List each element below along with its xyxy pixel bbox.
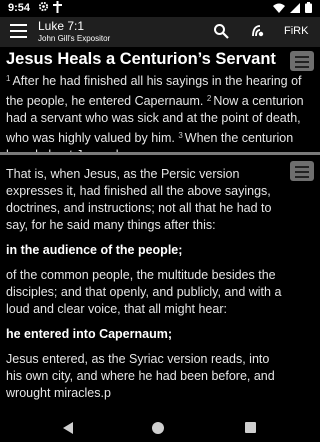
verse-number: 2 bbox=[206, 94, 212, 103]
cross-icon bbox=[53, 1, 62, 13]
scripture-text: 1 After he had finished all his sayings i… bbox=[6, 70, 312, 152]
status-time: 9:54 bbox=[8, 2, 31, 14]
commentary-pane-menu-button[interactable] bbox=[290, 161, 314, 181]
hamburger-menu-icon[interactable] bbox=[10, 24, 27, 40]
scripture-pane[interactable]: Jesus Heals a Centurion’s Servant 1 After… bbox=[0, 47, 320, 152]
section-heading: Jesus Heals a Centurion’s Servant bbox=[6, 50, 276, 68]
firk-button[interactable]: FiRK bbox=[284, 25, 308, 37]
status-bar: 9:54 bbox=[0, 0, 320, 17]
commentary-subtitle: John Gill's Expositor bbox=[38, 34, 111, 43]
scripture-pane-menu-button[interactable] bbox=[290, 51, 314, 71]
wifi-icon bbox=[273, 3, 285, 13]
signal-icon bbox=[290, 2, 300, 13]
commentary-quote: he entered into Capernaum; bbox=[6, 327, 172, 341]
book-chapter-title: Luke 7:1 bbox=[38, 19, 85, 33]
commentary-pane[interactable]: That is, when Jesus, as the Persic versi… bbox=[0, 155, 320, 415]
commentary-text: That is, when Jesus, as the Persic versi… bbox=[6, 166, 288, 410]
battery-icon bbox=[305, 2, 312, 13]
search-icon[interactable] bbox=[213, 23, 229, 39]
home-icon[interactable] bbox=[152, 422, 164, 434]
settings-gear-icon bbox=[38, 1, 49, 12]
commentary-paragraph: That is, when Jesus, as the Persic versi… bbox=[6, 167, 272, 232]
verse-number: 3 bbox=[178, 131, 183, 140]
title-block[interactable]: Luke 7:1 John Gill's Expositor bbox=[38, 19, 110, 43]
commentary-paragraph: Jesus entered, as the Syriac version rea… bbox=[6, 352, 275, 400]
verse-number: 1 bbox=[6, 74, 11, 83]
recent-apps-icon[interactable] bbox=[245, 422, 256, 433]
system-nav-bar bbox=[0, 415, 320, 442]
commentary-quote: in the audience of the people; bbox=[6, 243, 183, 257]
app-bar: Luke 7:1 John Gill's Expositor FiRK bbox=[0, 17, 320, 47]
commentary-paragraph: of the common people, the multitude besi… bbox=[6, 268, 282, 316]
audio-icon[interactable] bbox=[250, 23, 266, 39]
back-icon[interactable] bbox=[62, 422, 74, 434]
